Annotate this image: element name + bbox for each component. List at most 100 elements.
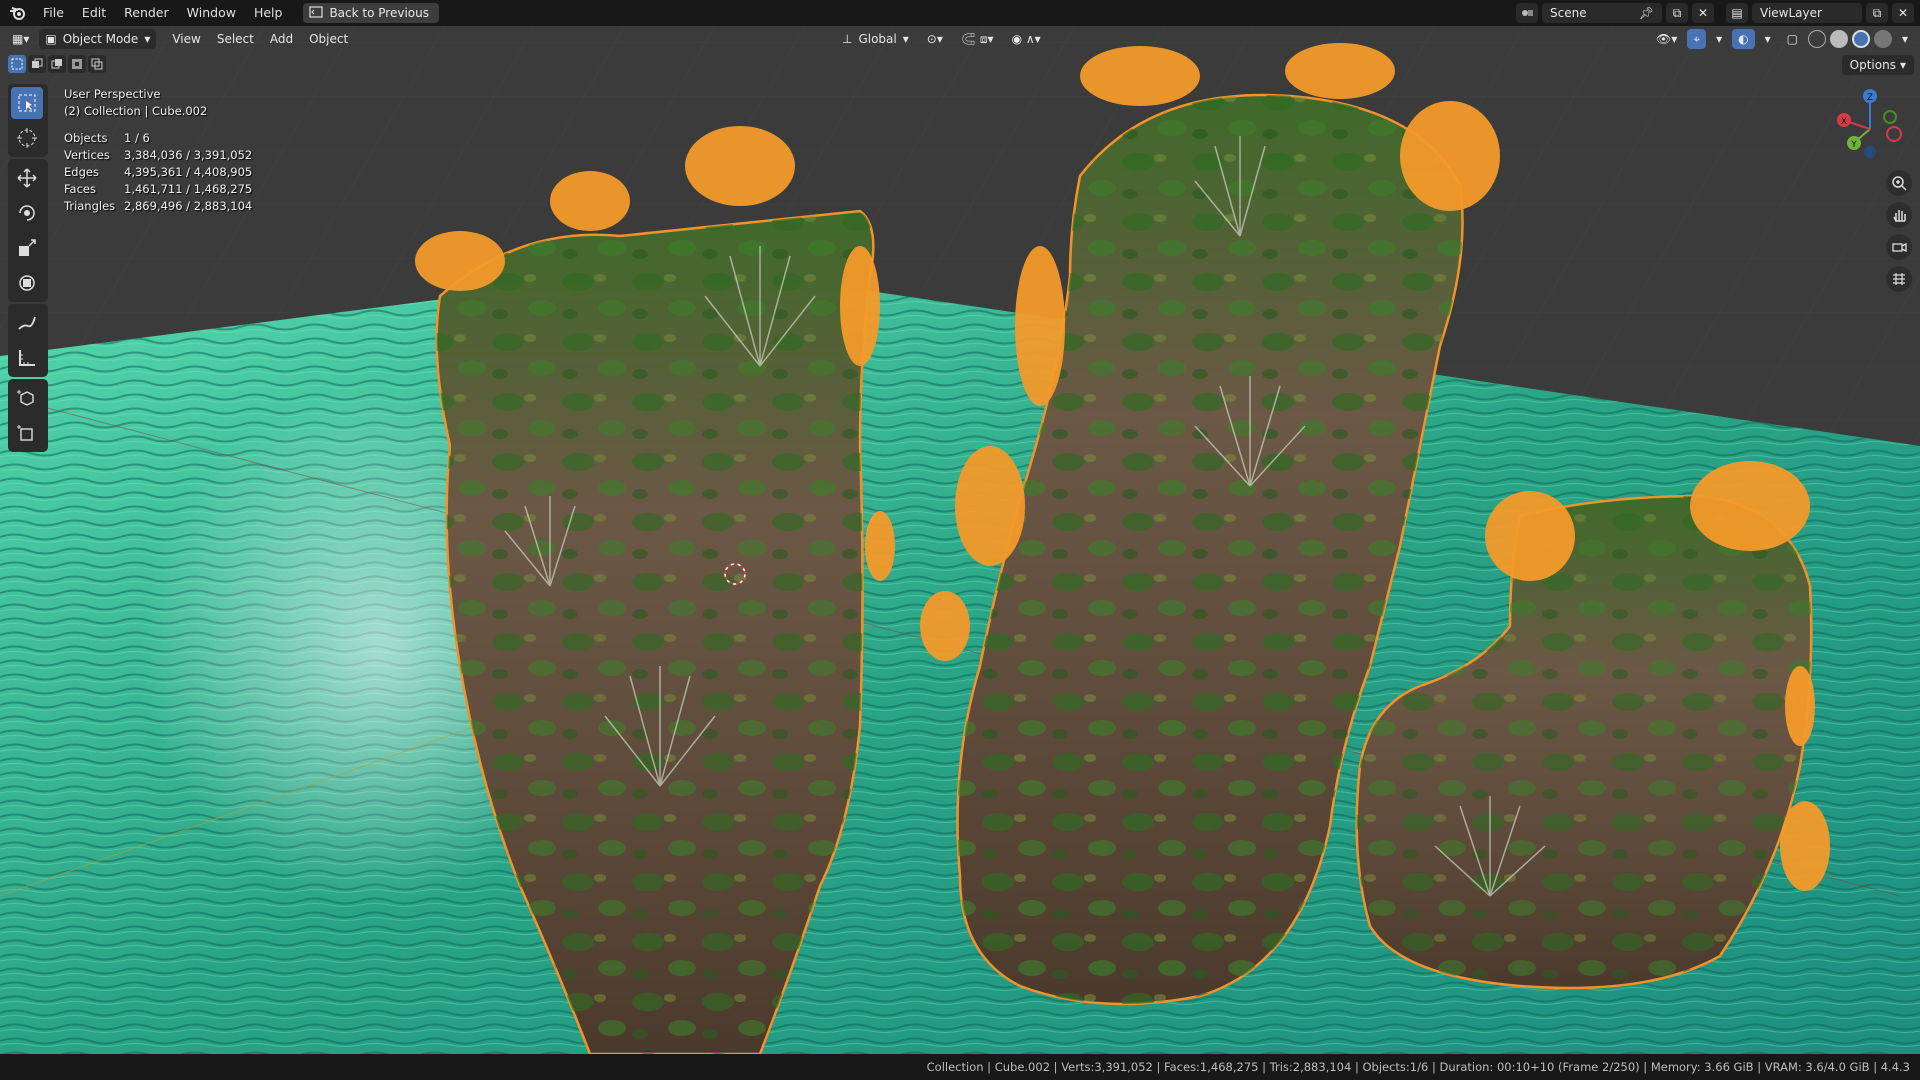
material-shading-icon[interactable] (1851, 30, 1870, 48)
pivot-icon[interactable]: ⊙▾ (921, 29, 949, 49)
stat-row-triangles: Triangles 2,869,496 / 2,883,104 (64, 198, 252, 215)
gizmo-x-label: X (1841, 117, 1847, 127)
stat-key: Objects (64, 131, 108, 145)
chevron-down-icon: ▾ (902, 32, 909, 46)
tool-shelf (8, 84, 48, 452)
back-label: Back to Previous (329, 6, 429, 20)
grid-icon[interactable] (1886, 266, 1912, 292)
annotate-icon[interactable] (11, 307, 43, 339)
add-cube-icon[interactable] (11, 382, 43, 414)
navigation-gizmo[interactable]: Z Y X (1830, 84, 1910, 174)
menu-window[interactable]: Window (178, 0, 245, 26)
xray-icon[interactable]: ▢ (1781, 29, 1804, 49)
menu-select[interactable]: Select (209, 32, 262, 46)
stat-row-edges: Edges 4,395,361 / 4,408,905 (64, 164, 252, 181)
menu-render[interactable]: Render (115, 0, 178, 26)
stat-key: Triangles (64, 199, 116, 213)
menu-object[interactable]: Object (301, 32, 356, 46)
stat-key: Vertices (64, 148, 110, 162)
gizmo-neg-z[interactable] (1864, 146, 1876, 158)
menu-view[interactable]: View (164, 32, 208, 46)
zoom-icon[interactable] (1886, 170, 1912, 196)
select-invert-icon[interactable] (68, 55, 86, 73)
gizmo-toggle-icon[interactable]: ⌖ (1687, 29, 1707, 49)
selection-mode-buttons (8, 55, 106, 73)
hand-icon[interactable] (1886, 202, 1912, 228)
new-scene-icon[interactable]: ⧉ (1666, 3, 1688, 23)
transform-icon[interactable] (11, 267, 43, 299)
visibility-icon[interactable]: 👁︎▾ (1650, 29, 1683, 49)
blender-logo-icon[interactable] (0, 0, 34, 26)
select-new-icon[interactable] (8, 55, 26, 73)
mode-dropdown[interactable]: ▣ Object Mode ▾ (39, 29, 157, 49)
viewlayer-name: ViewLayer (1760, 6, 1822, 20)
stat-row-faces: Faces 1,461,711 / 1,468,275 (64, 181, 252, 198)
navigation-buttons (1886, 170, 1912, 292)
stat-key: Faces (64, 182, 96, 196)
overlay-toggle-icon[interactable]: ◐ (1732, 29, 1755, 49)
status-text: Collection | Cube.002 | Verts:3,391,052 … (926, 1060, 1910, 1074)
select-intersect-icon[interactable] (88, 55, 106, 73)
scene-statistics: Objects 1 / 6 Vertices 3,384,036 / 3,391,0… (64, 130, 252, 215)
scene-name: Scene (1550, 6, 1587, 20)
menu-add[interactable]: Add (262, 32, 301, 46)
pin-icon[interactable]: 📌︎ (1639, 6, 1654, 20)
select-box-icon[interactable] (11, 87, 43, 119)
viewport-info-overlay: User Perspective (2) Collection | Cube.0… (64, 86, 252, 215)
overlay-dropdown-icon[interactable]: ▾ (1759, 29, 1777, 49)
stat-value: 4,395,361 / 4,408,905 (124, 165, 253, 179)
scale-icon[interactable] (11, 232, 43, 264)
select-subtract-icon[interactable] (48, 55, 66, 73)
active-object-label: (2) Collection | Cube.002 (64, 104, 208, 118)
chevron-down-icon: ▾ (144, 32, 151, 46)
editor-type-icon[interactable]: ▦▾ (6, 29, 35, 49)
new-viewlayer-icon[interactable]: ⧉ (1866, 3, 1888, 23)
scene-selector[interactable]: Scene 📌︎ (1542, 3, 1662, 23)
stat-value: 1,461,711 / 1,468,275 (124, 182, 253, 196)
select-extend-icon[interactable] (28, 55, 46, 73)
gizmo-neg-y[interactable] (1883, 110, 1897, 124)
stat-value: 2,869,496 / 2,883,104 (124, 199, 253, 213)
delete-viewlayer-icon[interactable]: ✕ (1892, 3, 1914, 23)
scene-render (0, 26, 1920, 1054)
stat-key: Edges (64, 165, 99, 179)
add-object-icon[interactable] (11, 417, 43, 449)
move-icon[interactable] (11, 162, 43, 194)
shading-dropdown-icon[interactable]: ▾ (1896, 29, 1914, 49)
back-to-previous-button[interactable]: Back to Previous (303, 3, 439, 23)
stat-row-objects: Objects 1 / 6 (64, 130, 252, 147)
3d-viewport[interactable] (0, 26, 1920, 1054)
orientation-icon: ⊥ (842, 32, 853, 46)
delete-scene-icon[interactable]: ✕ (1692, 3, 1714, 23)
menu-file[interactable]: File (34, 0, 73, 26)
camera-icon[interactable] (1886, 234, 1912, 260)
viewport-header: ▦▾ ▣ Object Mode ▾ View Select Add Objec… (0, 26, 1920, 52)
cursor-icon[interactable] (11, 122, 43, 154)
workspace-controls: Scene 📌︎ ⧉ ✕ ▤ ViewLayer ⧉ ✕ (1516, 0, 1920, 26)
menu-edit[interactable]: Edit (73, 0, 115, 26)
measure-icon[interactable] (11, 342, 43, 374)
rendered-shading-icon[interactable] (1873, 30, 1892, 48)
gizmo-dropdown-icon[interactable]: ▾ (1710, 29, 1728, 49)
gizmo-z-label: Z (1867, 93, 1873, 103)
viewlayer-icon[interactable]: ▤ (1726, 3, 1748, 23)
solid-shading-icon[interactable] (1829, 30, 1848, 48)
menu-help[interactable]: Help (245, 0, 292, 26)
options-dropdown[interactable]: Options ▾ (1841, 55, 1914, 75)
rotate-icon[interactable] (11, 197, 43, 229)
options-label: Options (1849, 58, 1896, 72)
proportional-edit-icon[interactable]: ◉ ∧▾ (1006, 29, 1047, 49)
wireframe-shading-icon[interactable] (1807, 30, 1826, 48)
scene-icon[interactable] (1516, 3, 1538, 23)
chevron-down-icon: ▾ (1899, 58, 1906, 72)
viewlayer-selector[interactable]: ViewLayer (1752, 3, 1862, 23)
stat-value: 1 / 6 (124, 131, 150, 145)
top-menu-bar: File Edit Render Window Help Back to Pre… (0, 0, 1920, 26)
gizmo-y-label: Y (1850, 140, 1857, 150)
mode-label: Object Mode (62, 32, 139, 46)
snap-icon[interactable]: 🧲︎ ⧈▾ (955, 29, 1000, 49)
transform-orientation-dropdown[interactable]: ⊥ Global ▾ (836, 29, 915, 49)
view-perspective-label: User Perspective (64, 87, 161, 101)
gizmo-neg-x[interactable] (1886, 126, 1902, 142)
back-icon (309, 5, 324, 21)
